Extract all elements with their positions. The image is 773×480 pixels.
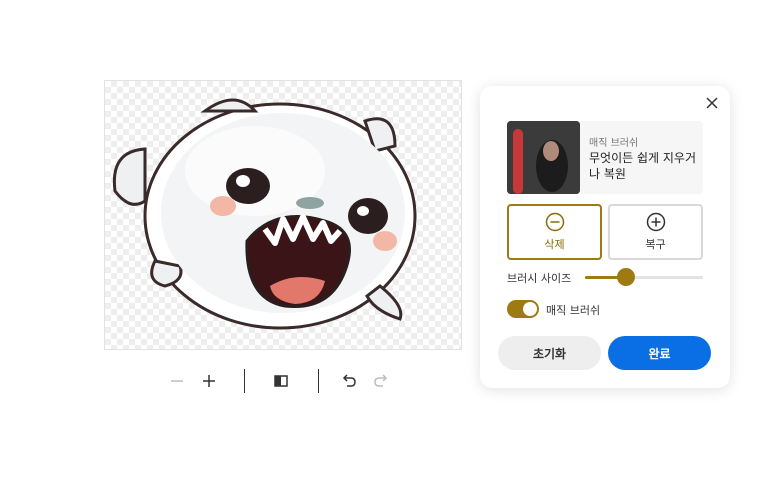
close-icon[interactable] — [703, 94, 721, 112]
monster-sticker-image — [112, 98, 417, 330]
magic-brush-toggle-label: 매직 브러쉬 — [546, 304, 601, 317]
canvas-toolbar — [160, 366, 400, 396]
minus-circle-icon — [545, 212, 564, 232]
restore-mode-button[interactable]: 복구 — [608, 204, 703, 260]
toolbar-divider — [318, 369, 319, 393]
info-description: 무엇이든 쉽게 지우거나 복원 — [589, 151, 696, 181]
restore-mode-label: 복구 — [645, 238, 666, 251]
toggle-knob — [523, 302, 537, 316]
redo-icon[interactable] — [368, 366, 394, 396]
undo-icon[interactable] — [336, 366, 362, 396]
erase-mode-label: 삭제 — [544, 238, 565, 251]
toolbar-divider — [244, 369, 245, 393]
magic-brush-panel: 매직 브러쉬 무엇이든 쉽게 지우거나 복원 삭제 복구 브러시 사이즈 매직 … — [480, 86, 730, 388]
reset-button[interactable]: 초기화 — [498, 336, 601, 370]
info-title: 매직 브러쉬 — [589, 138, 639, 149]
brush-size-slider[interactable] — [585, 268, 703, 286]
erase-mode-button[interactable]: 삭제 — [507, 204, 602, 260]
brush-size-handle[interactable] — [617, 268, 636, 286]
brush-size-label: 브러시 사이즈 — [507, 272, 572, 285]
plus-icon[interactable] — [196, 366, 222, 396]
done-button[interactable]: 완료 — [608, 336, 711, 370]
image-canvas[interactable] — [104, 80, 462, 350]
plus-circle-icon — [646, 212, 665, 232]
magic-brush-info-card: 매직 브러쉬 무엇이든 쉽게 지우거나 복원 — [507, 121, 703, 194]
split-compare-icon[interactable] — [268, 366, 294, 396]
magic-brush-preview-image — [507, 121, 580, 194]
minus-icon[interactable] — [164, 366, 190, 396]
magic-brush-toggle[interactable] — [507, 300, 539, 318]
